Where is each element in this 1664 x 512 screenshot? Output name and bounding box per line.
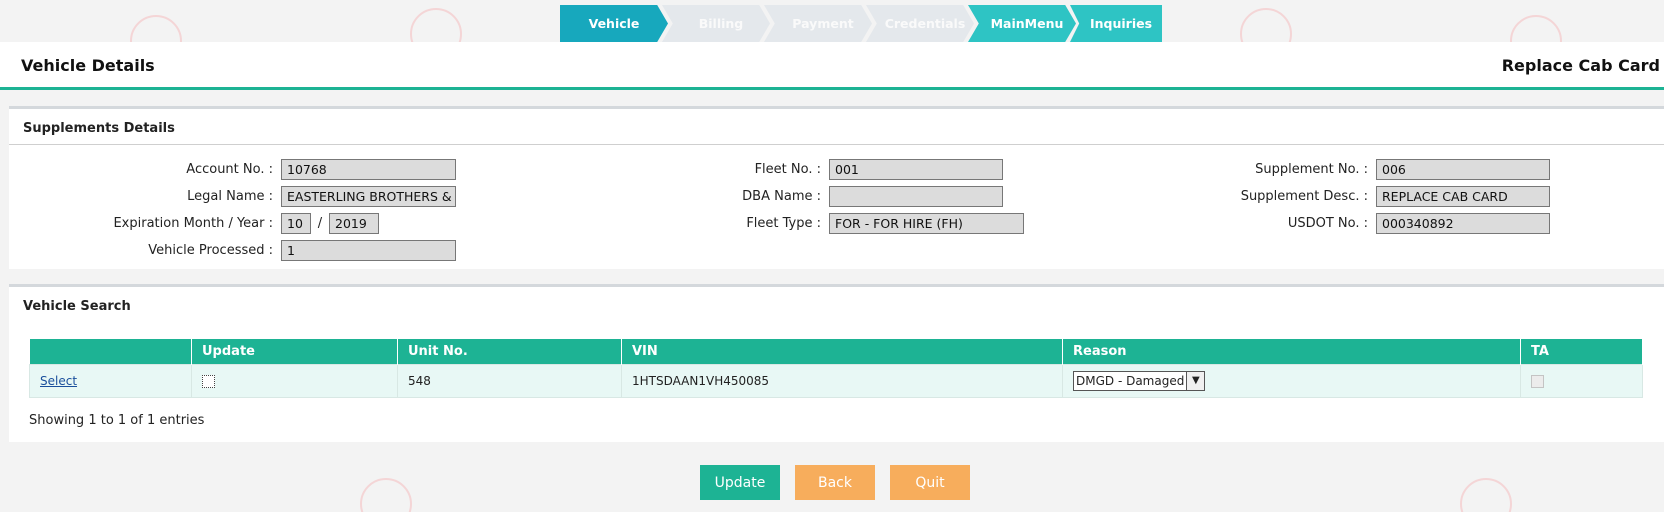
vehicle-processed-field: 1 — [281, 240, 456, 261]
col-vin[interactable]: VIN — [621, 339, 1063, 364]
col-reason[interactable]: Reason — [1062, 339, 1521, 364]
ta-cell — [1520, 363, 1643, 398]
ta-checkbox — [1531, 374, 1544, 388]
back-button[interactable]: Back — [795, 465, 875, 500]
table-header-row: Update Unit No. VIN Reason TA — [29, 339, 1643, 364]
supplement-no-row: Supplement No. : 006 — [9, 159, 1550, 180]
col-update[interactable]: Update — [191, 339, 398, 364]
reason-select-value: DMGD - Damaged — [1076, 373, 1185, 388]
update-cell — [191, 363, 398, 398]
progress-steps: Vehicle Billing Payment Credentials Main… — [560, 5, 1162, 42]
supplement-no-label: Supplement No. : — [1255, 162, 1368, 177]
table-info: Showing 1 to 1 of 1 entries — [29, 413, 205, 428]
vehicle-processed-label: Vehicle Processed : — [148, 243, 273, 258]
vehicle-table: Update Unit No. VIN Reason TA Select 548… — [29, 339, 1643, 398]
transaction-title: Replace Cab Card — [1501, 56, 1660, 75]
supplement-desc-field: REPLACE CAB CARD — [1376, 186, 1550, 207]
step-billing: Billing — [662, 5, 770, 42]
watermark-icon — [360, 478, 412, 512]
supplements-title: Supplements Details — [9, 109, 1664, 145]
vin-cell: 1HTSDAAN1VH450085 — [621, 363, 1063, 398]
step-credentials: Credentials — [866, 5, 974, 42]
quit-button[interactable]: Quit — [890, 465, 970, 500]
step-vehicle[interactable]: Vehicle — [560, 5, 668, 42]
select-link[interactable]: Select — [40, 374, 77, 388]
chevron-down-icon[interactable]: ▼ — [1186, 371, 1205, 390]
reason-cell: DMGD - Damaged ▼ — [1062, 363, 1521, 398]
supplement-no-field: 006 — [1376, 159, 1550, 180]
col-unit-no[interactable]: Unit No. — [397, 339, 622, 364]
update-checkbox[interactable] — [202, 374, 215, 388]
step-payment: Payment — [764, 5, 872, 42]
vehicle-search-title: Vehicle Search — [23, 299, 131, 314]
col-ta[interactable]: TA — [1520, 339, 1643, 364]
step-mainmenu[interactable]: MainMenu — [968, 5, 1076, 42]
step-inquiries[interactable]: Inquiries — [1070, 5, 1162, 42]
usdot-field: 000340892 — [1376, 213, 1550, 234]
vehicle-search-panel: Vehicle Search Update Unit No. VIN Reaso… — [9, 284, 1664, 442]
table-row: Select 548 1HTSDAAN1VH450085 DMGD - Dama… — [29, 363, 1643, 398]
supplements-panel: Supplements Details Account No. : 10768 … — [9, 106, 1664, 269]
watermark-icon — [1460, 478, 1512, 512]
page-title: Vehicle Details — [21, 56, 155, 75]
vehicle-processed-row: Vehicle Processed : 1 — [9, 240, 456, 261]
col-select — [29, 339, 192, 364]
supplement-desc-row: Supplement Desc. : REPLACE CAB CARD — [9, 186, 1550, 207]
usdot-label: USDOT No. : — [1287, 216, 1368, 231]
supplement-desc-label: Supplement Desc. : — [1240, 189, 1368, 204]
usdot-row: USDOT No. : 000340892 — [9, 213, 1550, 234]
update-button[interactable]: Update — [700, 465, 780, 500]
reason-select[interactable]: DMGD - Damaged ▼ — [1073, 370, 1206, 391]
select-cell: Select — [29, 363, 192, 398]
unit-no-cell: 548 — [397, 363, 622, 398]
page-header: Vehicle Details Replace Cab Card — [0, 42, 1664, 90]
